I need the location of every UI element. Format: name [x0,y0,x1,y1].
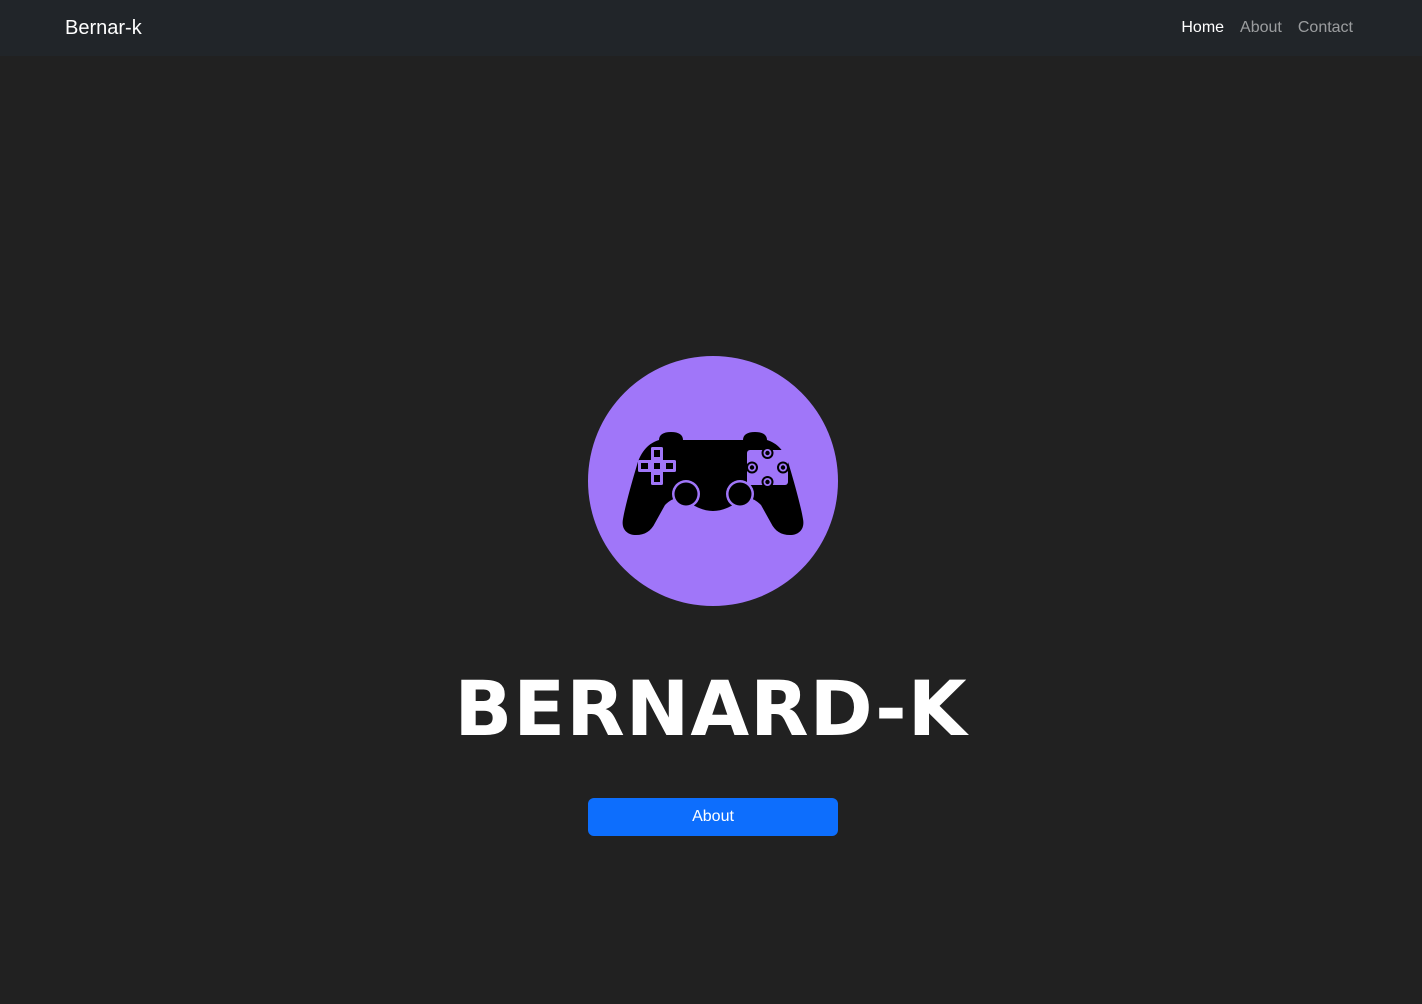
nav-link-contact[interactable]: Contact [1298,19,1353,37]
hero-title: BERNARD-K [454,664,968,753]
nav-link-about[interactable]: About [1240,19,1282,37]
navbar: Bernar-k Home About Contact [0,0,1422,56]
navbar-brand[interactable]: Bernar-k [65,17,142,40]
about-button[interactable]: About [588,798,838,836]
nav-link-home[interactable]: Home [1181,19,1224,37]
gamepad-icon [622,432,804,535]
nav-links: Home About Contact [1181,19,1353,37]
avatar [588,356,838,606]
